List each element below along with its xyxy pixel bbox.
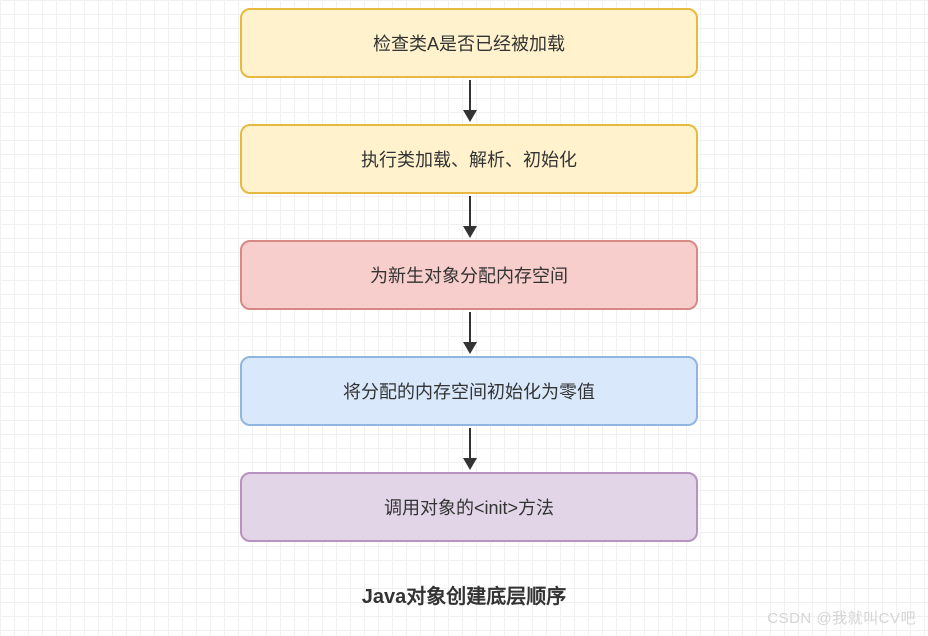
flowchart-node-allocate-memory: 为新生对象分配内存空间: [240, 240, 698, 310]
arrow-down-icon: [469, 80, 471, 112]
flowchart-node-load-resolve-init: 执行类加载、解析、初始化: [240, 124, 698, 194]
flowchart-node-check-loaded: 检查类A是否已经被加载: [240, 8, 698, 78]
node-label: 为新生对象分配内存空间: [370, 262, 568, 288]
node-label: 检查类A是否已经被加载: [373, 30, 565, 56]
node-label: 执行类加载、解析、初始化: [361, 146, 577, 172]
arrow-down-icon: [469, 428, 471, 460]
flowchart-title: Java对象创建底层顺序: [0, 580, 928, 609]
watermark-text: CSDN @我就叫CV吧: [767, 607, 916, 628]
arrow-down-icon: [469, 196, 471, 228]
flowchart-container: 检查类A是否已经被加载 执行类加载、解析、初始化 为新生对象分配内存空间 将分配…: [0, 0, 928, 636]
arrow-down-icon: [469, 312, 471, 344]
node-label: 将分配的内存空间初始化为零值: [343, 378, 595, 404]
flowchart-node-call-init: 调用对象的<init>方法: [240, 472, 698, 542]
node-label: 调用对象的<init>方法: [384, 494, 554, 520]
flowchart-node-zero-init: 将分配的内存空间初始化为零值: [240, 356, 698, 426]
